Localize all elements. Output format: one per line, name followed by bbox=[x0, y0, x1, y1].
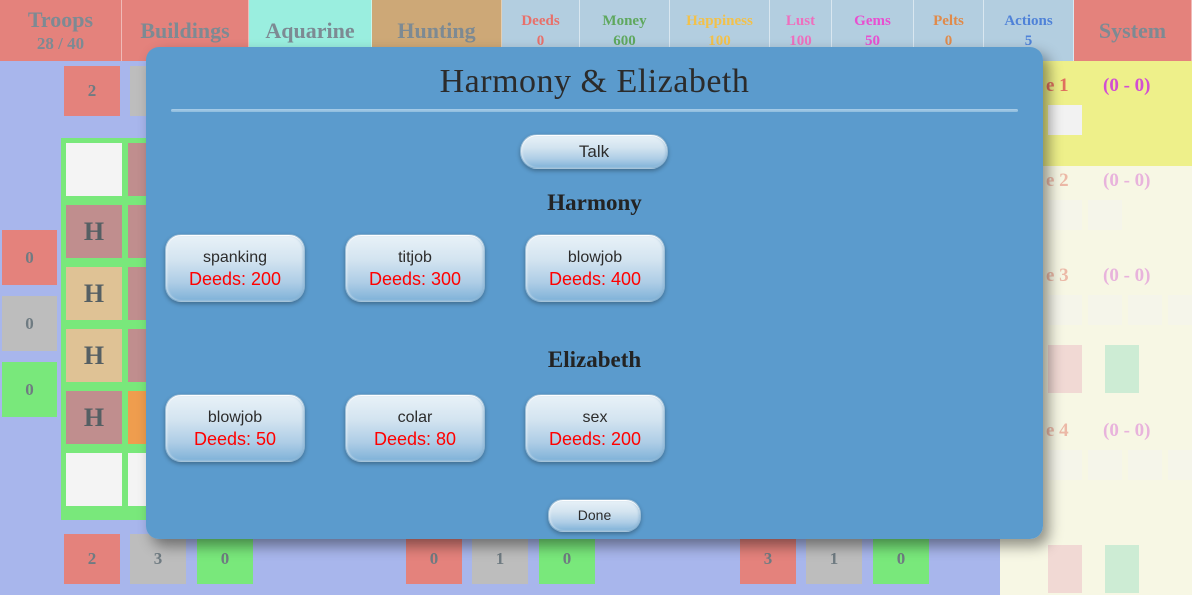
wave-slot-4-1[interactable] bbox=[1088, 450, 1122, 480]
tab-sublabel: 28 / 40 bbox=[36, 33, 85, 53]
action-button-harmony-1[interactable]: titjob Deeds: 300 bbox=[345, 234, 485, 302]
wave-slot-2-0[interactable] bbox=[1048, 200, 1082, 230]
unit-cell-c1-r0[interactable] bbox=[66, 143, 122, 196]
counter-bottom-3[interactable]: 0 bbox=[406, 534, 462, 584]
tab-label: Buildings bbox=[140, 17, 230, 43]
wave-slot-1-0[interactable] bbox=[1048, 105, 1082, 135]
wave-slot-3-3[interactable] bbox=[1168, 295, 1192, 325]
tab-label: Aquarine bbox=[265, 17, 355, 43]
action-label: spanking bbox=[202, 249, 268, 266]
wave-score-1: (0 - 0) bbox=[1103, 75, 1151, 96]
wave-slot-3-2[interactable] bbox=[1128, 295, 1162, 325]
counter-bottom-2[interactable]: 0 bbox=[197, 534, 253, 584]
counter-left-2[interactable]: 0 bbox=[2, 362, 57, 417]
wave-slot-4-0[interactable] bbox=[1048, 450, 1082, 480]
action-button-elizabeth-0[interactable]: blowjob Deeds: 50 bbox=[165, 394, 305, 462]
wave-slot-4-3[interactable] bbox=[1168, 450, 1192, 480]
counter-bottom-5[interactable]: 0 bbox=[539, 534, 595, 584]
tab-label: Troops bbox=[27, 6, 94, 32]
done-button-label: Done bbox=[577, 507, 612, 523]
counter-bottom-4[interactable]: 1 bbox=[472, 534, 528, 584]
wave-score-4: (0 - 0) bbox=[1103, 420, 1151, 441]
game-screen: e 1 (0 - 0) e 2 (0 - 0) e 3 (0 - 0) e 4 (0 - 0)… bbox=[0, 0, 1192, 595]
resource-label: Actions bbox=[1004, 12, 1053, 29]
system-tab[interactable]: System bbox=[1074, 0, 1192, 61]
tab-label: System bbox=[1098, 17, 1167, 43]
resource-label: Pelts bbox=[933, 12, 964, 29]
action-button-harmony-2[interactable]: blowjob Deeds: 400 bbox=[525, 234, 665, 302]
wave-slot-3-0[interactable] bbox=[1048, 295, 1082, 325]
wave-deco-tile-0 bbox=[1048, 345, 1082, 393]
counter-bottom-0[interactable]: 2 bbox=[64, 534, 120, 584]
tab-label: Hunting bbox=[397, 17, 476, 43]
action-cost: Deeds: 200 bbox=[188, 269, 282, 289]
action-label: blowjob bbox=[567, 249, 623, 266]
resource-label: Money bbox=[602, 12, 647, 29]
action-label: sex bbox=[582, 409, 608, 426]
wave-slot-2-1[interactable] bbox=[1088, 200, 1122, 230]
unit-cell-c1-r3[interactable]: H bbox=[66, 329, 122, 382]
wave-slot-3-1[interactable] bbox=[1088, 295, 1122, 325]
resource-label: Lust bbox=[785, 12, 816, 29]
dialog-title: Harmony & Elizabeth bbox=[439, 63, 750, 100]
resource-label: Gems bbox=[854, 12, 891, 29]
unit-cell-c1-r1[interactable]: H bbox=[66, 205, 122, 258]
resource-label: Deeds bbox=[521, 12, 560, 29]
wave-slot-4-2[interactable] bbox=[1128, 450, 1162, 480]
action-cost: Deeds: 300 bbox=[368, 269, 462, 289]
section-heading-elizabeth: Elizabeth bbox=[547, 347, 642, 372]
counter-bottom-7[interactable]: 1 bbox=[806, 534, 862, 584]
action-cost: Deeds: 200 bbox=[548, 429, 642, 449]
talk-button-label: Talk bbox=[578, 142, 610, 161]
resource-label: Happiness bbox=[686, 12, 753, 29]
talk-button[interactable]: Talk bbox=[520, 134, 668, 169]
action-cost: Deeds: 400 bbox=[548, 269, 642, 289]
wave-deco-tile-2 bbox=[1048, 545, 1082, 593]
wave-score-2: (0 - 0) bbox=[1103, 170, 1151, 191]
wave-deco-tile-1 bbox=[1105, 345, 1139, 393]
action-label: blowjob bbox=[207, 409, 263, 426]
character-interaction-dialog: Harmony & Elizabeth Talk Harmony spankin… bbox=[146, 47, 1043, 539]
wave-label-4: e 4 bbox=[1046, 420, 1069, 441]
troops-tab[interactable]: Troops 28 / 40 bbox=[0, 0, 122, 61]
done-button[interactable]: Done bbox=[548, 499, 641, 532]
counter-top-0[interactable]: 2 bbox=[64, 66, 120, 116]
wave-label-1: e 1 bbox=[1046, 75, 1069, 96]
counter-bottom-8[interactable]: 0 bbox=[873, 534, 929, 584]
dialog-divider bbox=[171, 109, 1018, 112]
unit-cell-c1-r4[interactable]: H bbox=[66, 391, 122, 444]
action-button-harmony-0[interactable]: spanking Deeds: 200 bbox=[165, 234, 305, 302]
action-label: titjob bbox=[398, 249, 432, 266]
action-button-elizabeth-1[interactable]: colar Deeds: 80 bbox=[345, 394, 485, 462]
action-button-elizabeth-2[interactable]: sex Deeds: 200 bbox=[525, 394, 665, 462]
wave-label-2: e 2 bbox=[1046, 170, 1069, 191]
action-cost: Deeds: 50 bbox=[193, 429, 277, 449]
counter-left-1[interactable]: 0 bbox=[2, 296, 57, 351]
action-label: colar bbox=[397, 409, 433, 426]
wave-score-3: (0 - 0) bbox=[1103, 265, 1151, 286]
wave-label-3: e 3 bbox=[1046, 265, 1069, 286]
action-cost: Deeds: 80 bbox=[373, 429, 457, 449]
counter-bottom-6[interactable]: 3 bbox=[740, 534, 796, 584]
counter-bottom-1[interactable]: 3 bbox=[130, 534, 186, 584]
unit-cell-c1-r2[interactable]: H bbox=[66, 267, 122, 320]
section-heading-harmony: Harmony bbox=[547, 190, 642, 215]
wave-deco-tile-3 bbox=[1105, 545, 1139, 593]
unit-cell-c1-r5[interactable] bbox=[66, 453, 122, 506]
counter-left-0[interactable]: 0 bbox=[2, 230, 57, 285]
